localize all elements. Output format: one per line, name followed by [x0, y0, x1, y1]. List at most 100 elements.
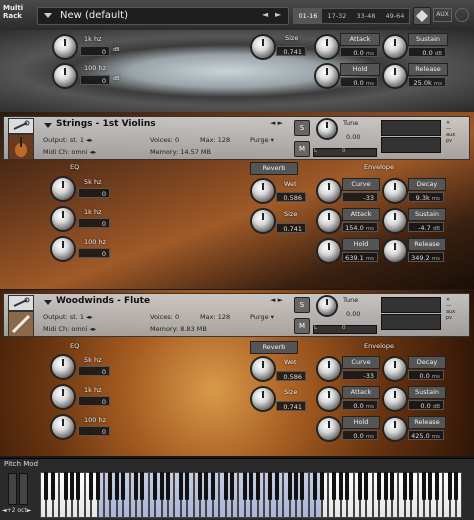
flute-release-knob[interactable] — [384, 418, 406, 440]
wrench-icon[interactable] — [8, 118, 34, 134]
flute-size-value[interactable]: 0.741 — [276, 401, 306, 411]
strings-pan-slider[interactable]: L 0 — [313, 148, 377, 157]
black-key[interactable] — [300, 472, 305, 500]
black-key[interactable] — [409, 472, 414, 500]
strings-menu-chevron-icon[interactable] — [44, 123, 52, 128]
black-key[interactable] — [319, 472, 324, 500]
settings-diamond-button[interactable] — [413, 7, 431, 25]
black-key[interactable] — [345, 472, 350, 500]
black-key[interactable] — [166, 472, 170, 500]
flute-release-value[interactable]: 425.0 ms — [408, 430, 444, 440]
black-key[interactable] — [198, 472, 202, 500]
flute-eq-1k-knob[interactable] — [52, 386, 74, 408]
violin-instrument-icon[interactable] — [8, 134, 34, 160]
wrench-icon[interactable] — [8, 295, 34, 311]
strings-eq-100hz-value[interactable]: 0 — [78, 248, 110, 258]
strings-solo-button[interactable]: S — [294, 120, 310, 136]
flute-eq-100hz-value[interactable]: 0 — [78, 426, 110, 436]
black-key[interactable] — [223, 472, 228, 500]
black-key[interactable] — [178, 472, 183, 500]
strings-curve-knob[interactable] — [318, 180, 340, 202]
flute-eq-100hz-knob[interactable] — [52, 416, 74, 438]
strings-release-value[interactable]: 349.2 ms — [408, 252, 444, 262]
flute-decay-knob[interactable] — [384, 358, 406, 380]
flute-curve-value[interactable]: -33 — [342, 370, 378, 380]
pitch-wheel[interactable] — [8, 473, 17, 505]
black-key[interactable] — [121, 472, 126, 500]
strings-wet-knob[interactable] — [252, 180, 274, 202]
flute-volume-slider[interactable] — [381, 314, 441, 330]
black-key[interactable] — [159, 472, 164, 500]
strings-eq-5k-knob[interactable] — [52, 178, 74, 200]
flute-size-knob[interactable] — [252, 388, 274, 410]
size-knob[interactable] — [252, 36, 274, 58]
eq-1k-knob[interactable] — [54, 36, 76, 58]
black-key[interactable] — [338, 472, 343, 500]
rack-title-field[interactable]: New (default) ◄ ► — [37, 7, 289, 25]
black-key[interactable] — [268, 472, 273, 500]
flute-instrument-icon[interactable] — [8, 311, 34, 337]
black-key[interactable] — [434, 472, 439, 500]
black-key[interactable] — [358, 472, 362, 500]
flute-tune-value[interactable]: 0.00 — [346, 310, 360, 318]
flute-instrument-name[interactable]: Woodwinds - Flute — [56, 296, 150, 306]
flute-attack-value[interactable]: 0.0 ms — [342, 400, 378, 410]
black-key[interactable] — [70, 472, 74, 500]
black-key[interactable] — [332, 472, 337, 500]
strings-attack-knob[interactable] — [318, 210, 340, 232]
attack-value[interactable]: 0.0 ms — [340, 47, 378, 57]
tab-01-16[interactable]: 01-16 — [294, 9, 322, 23]
black-key[interactable] — [140, 472, 145, 500]
strings-side-buttons[interactable]: ✕ — aux pv — [446, 120, 464, 156]
rack-title[interactable]: New (default) — [60, 10, 128, 21]
black-key[interactable] — [390, 472, 394, 500]
hold-value[interactable]: 0.0 ms — [340, 77, 378, 87]
black-key[interactable] — [313, 472, 318, 500]
flute-wet-value[interactable]: 0.586 — [276, 371, 306, 381]
strings-sustain-value[interactable]: -4.7 dB — [408, 222, 444, 232]
flute-reverb-button[interactable]: Reverb — [250, 341, 298, 354]
flute-side-buttons[interactable]: ✕ — aux pv — [446, 297, 464, 333]
black-key[interactable] — [274, 472, 279, 500]
strings-nav-arrows[interactable]: ◄ ► — [270, 119, 283, 127]
mod-wheel[interactable] — [19, 473, 28, 505]
black-key[interactable] — [95, 472, 100, 500]
strings-purge-button[interactable]: Purge ▾ — [250, 136, 274, 144]
strings-curve-value[interactable]: -33 — [342, 192, 378, 202]
rack-prev-button[interactable]: ◄ — [262, 10, 268, 19]
strings-tune-value[interactable]: 0.00 — [346, 133, 360, 141]
strings-tune-knob[interactable] — [318, 120, 336, 138]
attack-knob[interactable] — [316, 36, 338, 58]
flute-eq-5k-knob[interactable] — [52, 356, 74, 378]
strings-mute-button[interactable]: M — [294, 141, 310, 157]
black-key[interactable] — [185, 472, 190, 500]
black-key[interactable] — [210, 472, 215, 500]
strings-eq-100hz-knob[interactable] — [52, 238, 74, 260]
flute-solo-button[interactable]: S — [294, 297, 310, 313]
black-key[interactable] — [114, 472, 119, 500]
flute-midi[interactable]: Midi Ch: omni ◂▸ — [43, 325, 96, 333]
black-key[interactable] — [44, 472, 49, 500]
strings-output[interactable]: Output: st. 1 ◂▸ — [43, 136, 93, 144]
flute-decay-value[interactable]: 0.0 ms — [408, 370, 444, 380]
flute-hold-knob[interactable] — [318, 418, 340, 440]
black-key[interactable] — [89, 472, 94, 500]
flute-curve-knob[interactable] — [318, 358, 340, 380]
hold-knob[interactable] — [316, 65, 338, 87]
eq-1k-value[interactable]: 0 — [80, 46, 110, 56]
strings-sustain-knob[interactable] — [384, 210, 406, 232]
black-key[interactable] — [402, 472, 407, 500]
black-key[interactable] — [134, 472, 138, 500]
strings-eq-1k-knob[interactable] — [52, 208, 74, 230]
black-key[interactable] — [242, 472, 247, 500]
strings-decay-value[interactable]: 9.3k ms — [408, 192, 444, 202]
collapse-icon[interactable] — [455, 8, 469, 22]
flute-eq-1k-value[interactable]: 0 — [78, 396, 110, 406]
flute-wet-knob[interactable] — [252, 358, 274, 380]
aux-button[interactable]: AUX — [433, 8, 452, 22]
rack-menu-chevron-icon[interactable] — [44, 13, 52, 18]
strings-volume-slider[interactable] — [381, 137, 441, 153]
strings-reverb-button[interactable]: Reverb — [250, 162, 298, 175]
black-key[interactable] — [377, 472, 382, 500]
strings-release-knob[interactable] — [384, 240, 406, 262]
